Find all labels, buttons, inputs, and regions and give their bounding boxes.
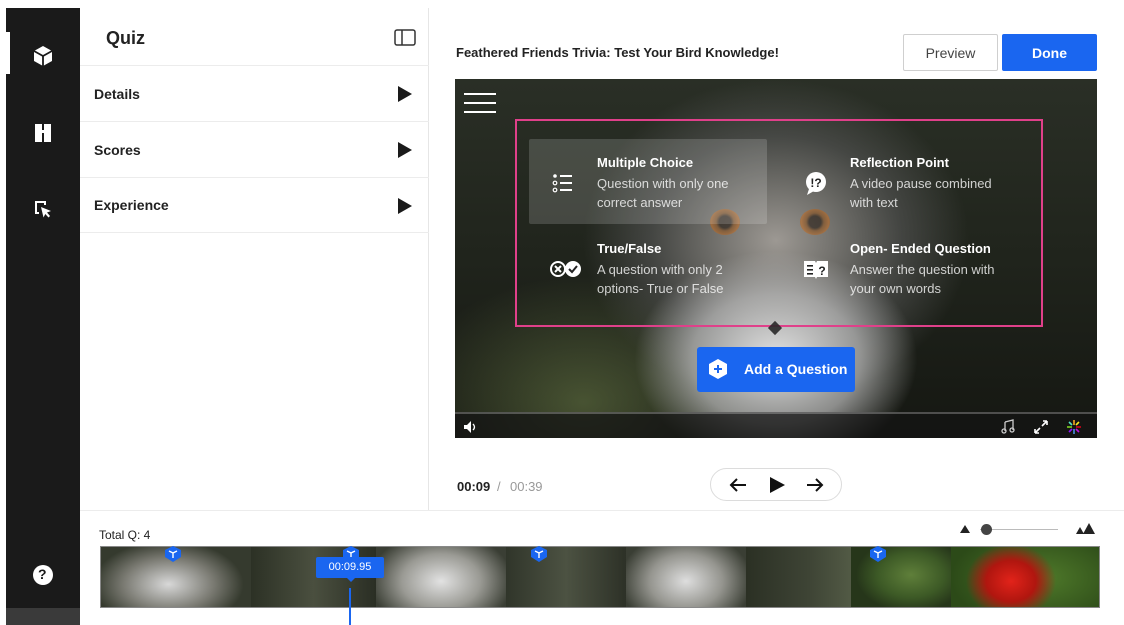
volume-icon[interactable] xyxy=(463,419,479,435)
done-button[interactable]: Done xyxy=(1002,34,1097,71)
qtype-reflection-point[interactable]: !? Reflection Point A video pause combin… xyxy=(782,139,1020,224)
qtype-description: Answer the question with your own words xyxy=(850,262,995,296)
time-separator: / xyxy=(497,479,501,494)
panel-collapse-icon[interactable] xyxy=(394,29,416,46)
panel-row-experience[interactable]: Experience xyxy=(80,177,429,233)
qtype-description: A video pause combined with text xyxy=(850,176,992,210)
panel-row-label: Experience xyxy=(94,197,169,213)
filmstrip-frame xyxy=(951,547,1099,607)
question-marker-icon[interactable] xyxy=(164,546,182,562)
video-player[interactable]: Multiple Choice Question with only one c… xyxy=(455,79,1097,438)
zoom-slider-knob[interactable] xyxy=(981,524,992,535)
fullscreen-icon[interactable] xyxy=(1033,419,1049,435)
qtype-title: Multiple Choice xyxy=(597,155,694,170)
playhead-tag-pointer xyxy=(346,577,356,582)
video-title: Feathered Friends Trivia: Test Your Bird… xyxy=(456,45,779,60)
playhead-time-tag: 00:09.95 xyxy=(316,557,384,578)
music-note-icon[interactable] xyxy=(1000,419,1016,435)
panel-row-details[interactable]: Details xyxy=(80,65,429,121)
qtype-title: Open- Ended Question xyxy=(850,241,991,256)
qtype-open-ended[interactable]: ? Open- Ended Question Answer the questi… xyxy=(782,225,1020,310)
help-icon[interactable]: ? xyxy=(30,562,56,588)
add-question-label: Add a Question xyxy=(744,361,848,377)
qtype-description: A question with only 2 options- True or … xyxy=(597,262,724,296)
zoom-in-icon[interactable] xyxy=(1075,522,1097,534)
filmstrip-frame xyxy=(746,547,851,607)
zoom-out-icon[interactable] xyxy=(960,525,970,533)
expand-arrow-icon xyxy=(398,86,412,102)
timeline-divider xyxy=(80,510,1124,511)
arrow-left-icon[interactable] xyxy=(728,476,748,494)
filmstrip-frame xyxy=(851,547,951,607)
total-questions: Total Q: 4 xyxy=(99,528,151,542)
qtype-true-false[interactable]: True/False A question with only 2 option… xyxy=(529,225,767,310)
arrow-right-icon[interactable] xyxy=(805,476,825,494)
current-time: 00:09 xyxy=(457,479,491,494)
svg-text:?: ? xyxy=(818,264,825,278)
playhead[interactable] xyxy=(349,588,351,625)
play-icon[interactable] xyxy=(767,476,787,494)
open-question-icon: ? xyxy=(802,255,830,283)
total-time: 00:39 xyxy=(510,479,543,494)
filmstrip-frame xyxy=(376,547,506,607)
filmstrip-frame xyxy=(506,547,626,607)
help-label: ? xyxy=(38,566,47,582)
question-type-menu: Multiple Choice Question with only one c… xyxy=(515,119,1043,327)
timeline-filmstrip[interactable] xyxy=(100,546,1100,608)
book-icon[interactable] xyxy=(30,120,56,146)
panel-row-scores[interactable]: Scores xyxy=(80,121,429,177)
left-rail xyxy=(6,8,80,625)
preview-button[interactable]: Preview xyxy=(903,34,998,71)
qtype-title: Reflection Point xyxy=(850,155,949,170)
speech-exclaim-icon: !? xyxy=(802,169,830,197)
panel-title: Quiz xyxy=(106,28,145,48)
kaltura-logo-icon xyxy=(1066,419,1082,435)
question-marker-icon[interactable] xyxy=(869,546,887,562)
add-cube-icon xyxy=(707,358,729,380)
panel-row-label: Details xyxy=(94,85,140,102)
expand-arrow-icon xyxy=(398,142,412,158)
qtype-multiple-choice[interactable]: Multiple Choice Question with only one c… xyxy=(529,139,767,224)
video-control-bar xyxy=(455,412,1097,438)
panel-row-label: Scores xyxy=(94,141,141,158)
rail-bottom-strip xyxy=(6,608,80,625)
quiz-panel: Quiz Details Scores Experience xyxy=(80,8,429,510)
svg-text:!?: !? xyxy=(810,176,821,190)
cube-icon[interactable] xyxy=(30,43,56,69)
hamburger-menu-icon[interactable] xyxy=(464,93,496,115)
rail-active-indicator xyxy=(6,32,10,74)
true-false-icon xyxy=(549,255,581,283)
list-icon xyxy=(549,169,577,197)
playback-controls xyxy=(710,468,842,501)
expand-arrow-icon xyxy=(398,198,412,214)
qtype-title: True/False xyxy=(597,241,662,256)
cursor-select-icon[interactable] xyxy=(30,196,56,222)
question-marker-icon[interactable] xyxy=(530,546,548,562)
filmstrip-frame xyxy=(626,547,746,607)
qtype-description: Question with only one correct answer xyxy=(597,176,729,210)
add-question-button[interactable]: Add a Question xyxy=(697,347,855,392)
quiz-editor: ? Quiz Details Scores Experience Feather… xyxy=(0,0,1124,625)
